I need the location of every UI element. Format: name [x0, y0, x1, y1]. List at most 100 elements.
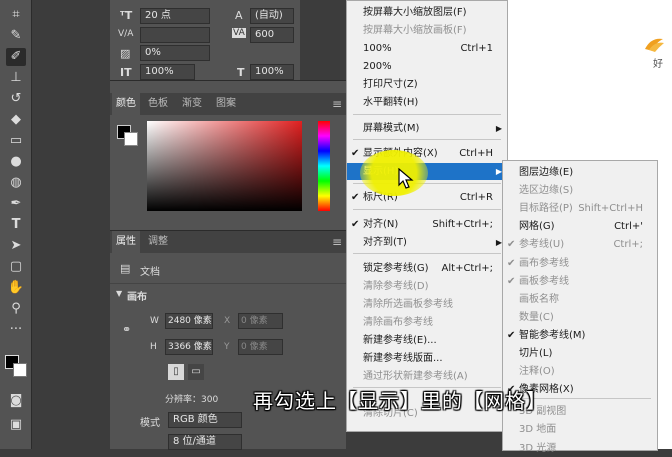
view-menu-item[interactable]: 显示(H) ▶	[347, 163, 507, 180]
view-menu-item[interactable]: 水平翻转(H)	[347, 94, 507, 111]
panel-menu-icon[interactable]: ≡	[328, 93, 346, 115]
gradient-icon[interactable]: ▭	[6, 132, 26, 150]
hue-slider[interactable]	[318, 121, 330, 211]
menu-separator	[353, 183, 501, 184]
menu-item-shortcut: Ctrl+;	[613, 239, 643, 251]
dodge-icon[interactable]: ◍	[6, 174, 26, 192]
landscape-icon[interactable]: ▭	[188, 364, 204, 380]
vertical-scale-field[interactable]: 100%	[140, 64, 195, 80]
x-field[interactable]: 0 像素	[238, 313, 283, 329]
height-field[interactable]: 3366 像素	[165, 339, 213, 355]
panel-menu-icon[interactable]: ≡	[328, 231, 346, 253]
more-tools-icon[interactable]: ···	[6, 321, 26, 339]
show-menu-item[interactable]: 网格(G) Ctrl+'	[503, 218, 657, 235]
color-tabbar: 颜色 色板 渐变 图案 ≡	[110, 93, 346, 115]
horizontal-scale-icon: T	[237, 66, 245, 79]
view-menu-item[interactable]: 清除画布参考线	[347, 314, 507, 331]
view-menu-item[interactable]: 屏幕模式(M) ▶	[347, 120, 507, 137]
rectangle-icon[interactable]: ▢	[6, 258, 26, 276]
divider	[110, 283, 346, 284]
tracking-field[interactable]: 600	[250, 27, 294, 43]
tab-swatches[interactable]: 色板	[144, 93, 172, 115]
show-menu-item[interactable]: 3D 地面	[503, 421, 657, 438]
y-field[interactable]: 0 像素	[238, 339, 283, 355]
show-menu-item[interactable]: 数量(C)	[503, 309, 657, 326]
color-field[interactable]	[147, 121, 302, 211]
pen-icon[interactable]: ✒	[6, 195, 26, 213]
tab-adjustments[interactable]: 调整	[144, 231, 172, 253]
crop-icon[interactable]: ⌗	[6, 6, 26, 24]
blur-icon[interactable]: ●	[6, 153, 26, 171]
show-menu-item[interactable]: ✔ 参考线(U) Ctrl+;	[503, 236, 657, 253]
menu-separator	[353, 114, 501, 115]
bg-color-chip[interactable]	[124, 132, 138, 146]
screen-mode-icon[interactable]: ▣	[6, 416, 26, 434]
properties-panel: 属性 调整 ≡ ▤ 文档 ▼ 画布 ⚭ W 2480 像素 X 0 像素 H 3…	[110, 230, 346, 450]
scale-field[interactable]: 0%	[140, 45, 210, 61]
view-menu-item[interactable]: 新建参考线(E)...	[347, 332, 507, 349]
view-menu-item[interactable]: ✔ 标尺(R) Ctrl+R	[347, 189, 507, 206]
brush-icon[interactable]: ✐	[6, 48, 26, 66]
view-menu-item[interactable]: 通过形状新建参考线(A)	[347, 368, 507, 385]
view-menu-item[interactable]: 清除参考线(D)	[347, 278, 507, 295]
view-menu-item[interactable]: ✔ 对齐(N) Shift+Ctrl+;	[347, 216, 507, 233]
stamp-icon[interactable]: ⊥	[6, 69, 26, 87]
chevron-down-icon[interactable]: ▼	[116, 289, 122, 298]
font-size-field[interactable]: 20 点	[140, 8, 210, 24]
path-select-icon[interactable]: ➤	[6, 237, 26, 255]
tab-gradients[interactable]: 渐变	[178, 93, 206, 115]
menu-item-label: 3D 光源	[519, 442, 557, 454]
kerning-label: V/A	[118, 29, 134, 39]
tab-patterns[interactable]: 图案	[212, 93, 240, 115]
portrait-icon[interactable]: ▯	[168, 364, 184, 380]
menu-item-label: 显示额外内容(X)	[363, 148, 438, 159]
menu-item-label: 新建参考线(E)...	[363, 335, 437, 346]
mode-select[interactable]: RGB 颜色	[168, 412, 242, 428]
width-field[interactable]: 2480 像素	[165, 313, 213, 329]
show-menu-item[interactable]: ✔ 智能参考线(M)	[503, 327, 657, 344]
horizontal-scale-field[interactable]: 100%	[250, 64, 294, 80]
kerning-field[interactable]	[140, 27, 210, 43]
leading-field[interactable]: (自动)	[250, 8, 294, 24]
history-brush-icon[interactable]: ↺	[6, 90, 26, 108]
menu-item-label: 3D 地面	[519, 424, 557, 436]
checkmark-icon: ✔	[507, 257, 516, 269]
depth-select[interactable]: 8 位/通道	[168, 434, 242, 450]
view-menu-item[interactable]: 按屏幕大小缩放画板(F)	[347, 22, 507, 39]
menu-item-shortcut: Ctrl+1	[460, 43, 493, 54]
tab-properties[interactable]: 属性	[112, 231, 140, 253]
view-menu-item[interactable]: 清除所选画板参考线	[347, 296, 507, 313]
view-menu-item[interactable]: 按屏幕大小缩放图层(F)	[347, 4, 507, 21]
view-menu-item[interactable]: 200%	[347, 58, 507, 75]
tab-color[interactable]: 颜色	[112, 93, 140, 115]
view-menu-item[interactable]: 锁定参考线(G) Alt+Ctrl+;	[347, 260, 507, 277]
show-menu-item[interactable]: 画板名称	[503, 291, 657, 308]
show-menu-item[interactable]: 注释(O)	[503, 363, 657, 380]
hand-icon[interactable]: ✋	[6, 279, 26, 297]
show-menu-item[interactable]: 目标路径(P) Shift+Ctrl+H	[503, 200, 657, 217]
view-menu-item[interactable]: 打印尺寸(Z)	[347, 76, 507, 93]
quick-mask-icon[interactable]: ◙	[6, 392, 26, 410]
show-menu-item[interactable]: 图层边缘(E)	[503, 164, 657, 181]
properties-tabbar: 属性 调整 ≡	[110, 231, 346, 253]
view-menu-item[interactable]: 对齐到(T) ▶	[347, 234, 507, 251]
eraser-icon[interactable]: ◆	[6, 111, 26, 129]
menu-item-label: 切片(L)	[519, 348, 553, 359]
view-menu-item[interactable]: 100% Ctrl+1	[347, 40, 507, 57]
type-icon[interactable]: T	[6, 216, 26, 234]
show-menu-item[interactable]: 选区边缘(S)	[503, 182, 657, 199]
zoom-icon[interactable]: ⚲	[6, 300, 26, 318]
document-icon: ▤	[120, 262, 131, 275]
show-menu-item[interactable]: 切片(L)	[503, 345, 657, 362]
video-subtitle: 再勾选上【显示】里的【网格】	[253, 389, 547, 413]
eyedropper-icon[interactable]: ✎	[6, 27, 26, 45]
link-icon[interactable]: ⚭	[122, 323, 131, 336]
background-color-swatch[interactable]	[13, 363, 27, 377]
menu-item-label: 注释(O)	[519, 366, 555, 378]
show-menu-item[interactable]: 3D 光源	[503, 440, 657, 457]
show-menu-item[interactable]: ✔ 画布参考线	[503, 255, 657, 272]
show-menu-item[interactable]: ✔ 画板参考线	[503, 273, 657, 290]
view-menu-item[interactable]: ✔ 显示额外内容(X) Ctrl+H	[347, 145, 507, 162]
menu-item-label: 清除画布参考线	[363, 317, 433, 328]
view-menu-item[interactable]: 新建参考线版面...	[347, 350, 507, 367]
